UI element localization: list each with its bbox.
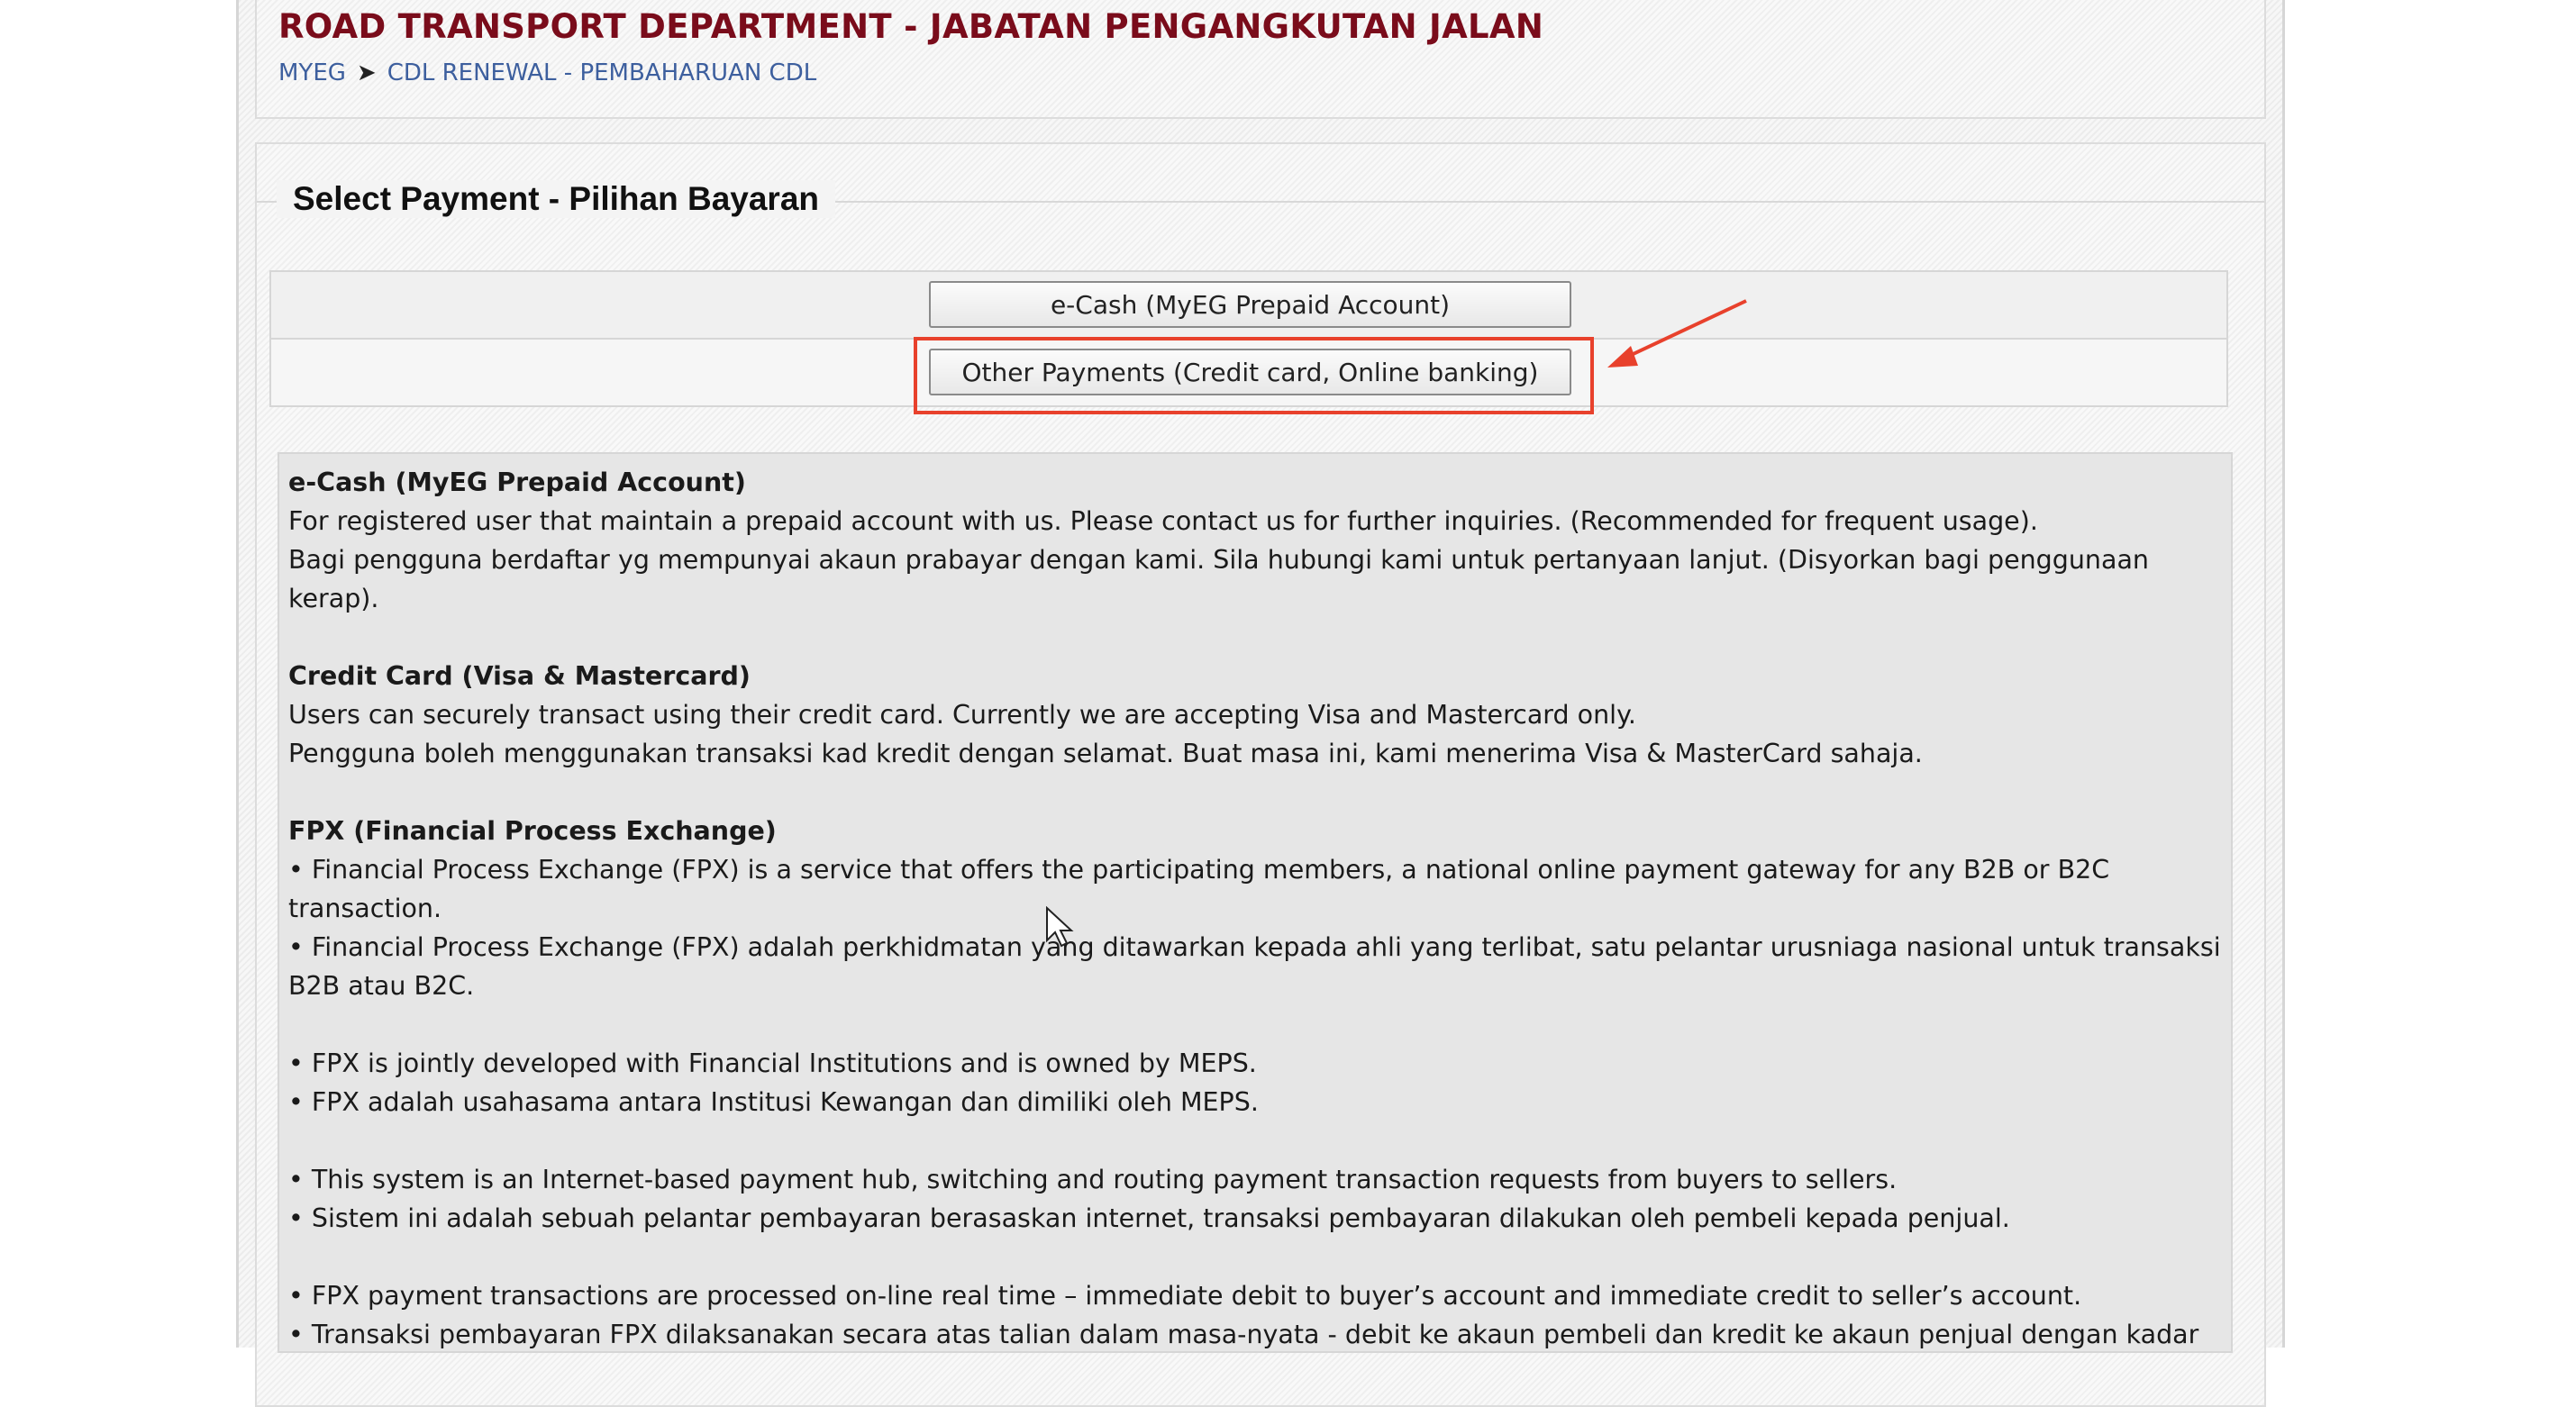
ecash-desc-ms: Bagi pengguna berdaftar yg mempunyai aka… (288, 545, 2149, 613)
chevron-right-icon: ➤ (356, 59, 377, 86)
payment-option-row: Other Payments (Credit card, Online bank… (271, 340, 2226, 405)
payment-info-panel: e-Cash (MyEG Prepaid Account) For regist… (278, 452, 2233, 1353)
ecash-heading: e-Cash (MyEG Prepaid Account) (288, 467, 746, 497)
card-desc-ms: Pengguna boleh menggunakan transaksi kad… (288, 739, 1923, 768)
fpx-item: • Financial Process Exchange (FPX) is a … (288, 855, 2110, 923)
fpx-item: • FPX adalah usahasama antara Institusi … (288, 1087, 1259, 1117)
fpx-item: • FPX is jointly developed with Financia… (288, 1048, 1257, 1078)
fpx-item: • Transaksi pembayaran FPX dilaksanakan … (288, 1320, 2199, 1349)
fpx-item: • This system is an Internet-based payme… (288, 1165, 1898, 1194)
fpx-item: • Financial Process Exchange (FPX) adala… (288, 932, 2221, 1001)
section-title: Select Payment - Pilihan Bayaran (277, 180, 836, 218)
payment-options-table: e-Cash (MyEG Prepaid Account) Other Paym… (269, 270, 2228, 407)
fpx-heading: FPX (Financial Process Exchange) (288, 816, 777, 846)
breadcrumb-myeg[interactable]: MYEG (278, 59, 346, 86)
breadcrumb-cdl-renewal[interactable]: CDL RENEWAL - PEMBAHARUAN CDL (387, 59, 817, 86)
page-header: ROAD TRANSPORT DEPARTMENT - JABATAN PENG… (255, 0, 2266, 119)
breadcrumb: MYEG ➤ CDL RENEWAL - PEMBAHARUAN CDL (278, 59, 816, 86)
page-title: ROAD TRANSPORT DEPARTMENT - JABATAN PENG… (278, 7, 1544, 46)
payment-option-row: e-Cash (MyEG Prepaid Account) (271, 272, 2226, 340)
mouse-cursor-icon (1046, 906, 1074, 948)
ecash-desc-en: For registered user that maintain a prep… (288, 506, 2038, 536)
ecash-button[interactable]: e-Cash (MyEG Prepaid Account) (929, 281, 1571, 328)
fpx-item: • Sistem ini adalah sebuah pelantar pemb… (288, 1203, 2010, 1233)
annotation-arrow-icon (1607, 299, 1747, 368)
other-payments-button[interactable]: Other Payments (Credit card, Online bank… (929, 349, 1571, 395)
fpx-item: • FPX payment transactions are processed… (288, 1281, 2082, 1311)
card-desc-en: Users can securely transact using their … (288, 700, 1636, 730)
credit-card-heading: Credit Card (Visa & Mastercard) (288, 661, 751, 691)
